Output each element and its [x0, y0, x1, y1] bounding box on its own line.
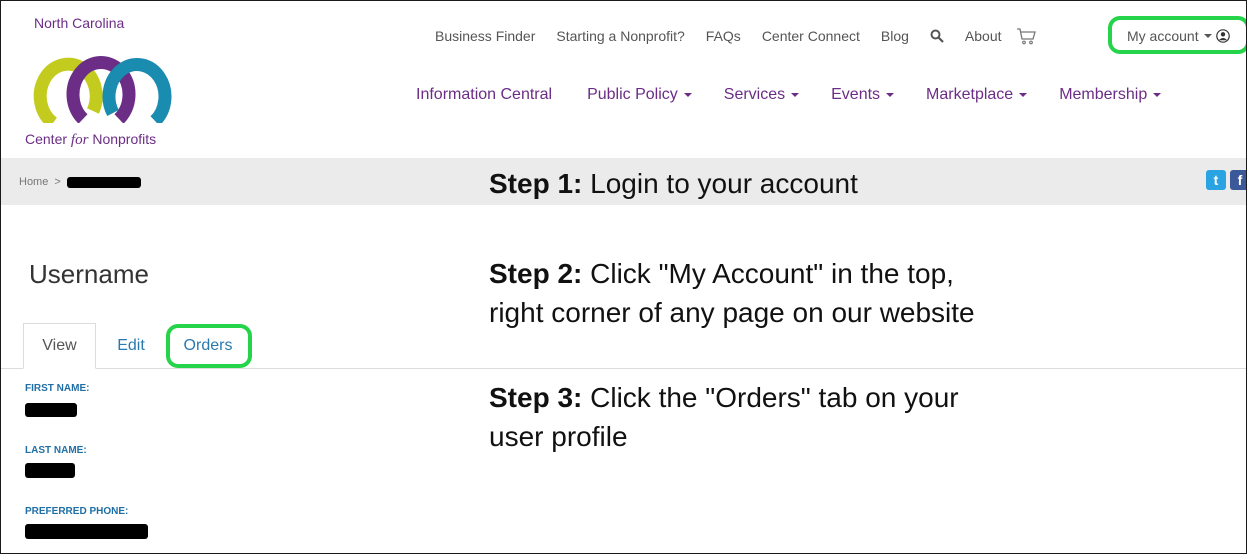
last-name-label: LAST NAME: [25, 445, 87, 456]
facebook-icon[interactable]: f [1230, 170, 1246, 190]
search-icon[interactable] [930, 29, 944, 43]
chevron-down-icon [1203, 34, 1212, 38]
cart-icon[interactable] [1016, 27, 1036, 45]
nav-public-policy[interactable]: Public Policy [587, 86, 696, 104]
tab-view[interactable]: View [23, 323, 96, 369]
social-links: t f [1202, 170, 1246, 190]
nav-faqs[interactable]: FAQs [706, 28, 741, 44]
redacted-last-name [25, 463, 75, 478]
site-logo[interactable]: North Carolina Center for Nonprofits [9, 11, 179, 151]
chevron-down-icon [683, 93, 692, 97]
redacted-phone [25, 524, 148, 539]
logo-top-text: North Carolina [34, 15, 125, 31]
redacted-breadcrumb [66, 176, 141, 188]
user-icon [1215, 29, 1230, 43]
chevron-down-icon [886, 93, 895, 97]
nav-business-finder[interactable]: Business Finder [435, 28, 535, 44]
chevron-down-icon [1153, 93, 1162, 97]
twitter-icon[interactable]: t [1206, 170, 1226, 190]
nav-information-central[interactable]: Information Central [416, 86, 552, 104]
orders-highlight [166, 324, 252, 368]
breadcrumb-separator: > [54, 176, 61, 188]
nav-blog[interactable]: Blog [881, 28, 909, 44]
logo-rings-icon [33, 56, 172, 123]
redacted-first-name [25, 403, 77, 417]
chevron-down-icon [1019, 93, 1028, 97]
step-3-annotation: Step 3: Click the "Orders" tab on your u… [489, 382, 959, 452]
first-name-label: FIRST NAME: [25, 383, 90, 394]
nav-services[interactable]: Services [724, 86, 803, 104]
nav-marketplace[interactable]: Marketplace [926, 86, 1031, 104]
utility-nav: Business Finder Starting a Nonprofit? FA… [435, 27, 1036, 45]
page-frame: North Carolina Center for Nonprofits Bus… [0, 0, 1247, 554]
nav-about[interactable]: About [965, 28, 1002, 44]
main-nav: Information Central Public Policy Servic… [416, 86, 1165, 104]
nav-center-connect[interactable]: Center Connect [762, 28, 860, 44]
preferred-phone-label: PREFERRED PHONE: [25, 506, 129, 517]
breadcrumb: Home > [19, 176, 141, 188]
logo-bottom-text: Center for Nonprofits [25, 131, 157, 148]
chevron-down-icon [791, 93, 800, 97]
page-title: Username [29, 259, 149, 289]
step-1-annotation: Step 1: Login to your account [489, 168, 858, 199]
nav-starting-nonprofit[interactable]: Starting a Nonprofit? [556, 28, 684, 44]
tab-edit[interactable]: Edit [105, 323, 157, 369]
step-2-annotation: Step 2: Click "My Account" in the top, r… [489, 258, 975, 328]
breadcrumb-home[interactable]: Home [19, 176, 48, 188]
nav-membership[interactable]: Membership [1059, 86, 1165, 104]
nav-events[interactable]: Events [831, 86, 898, 104]
my-account-menu[interactable]: My account [1127, 28, 1230, 44]
my-account-label: My account [1127, 28, 1199, 44]
